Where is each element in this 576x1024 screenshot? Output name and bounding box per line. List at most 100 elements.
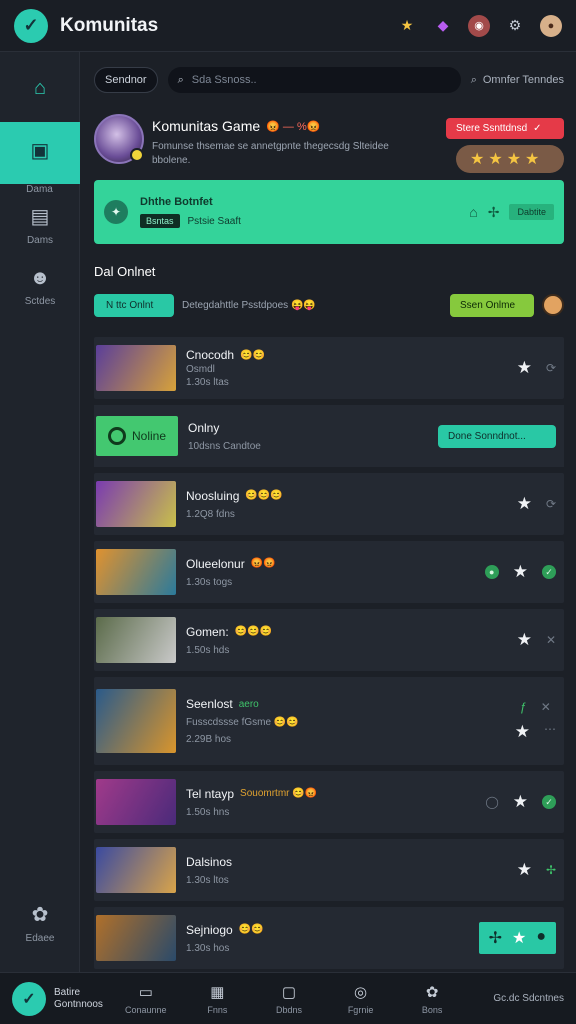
- close-icon[interactable]: ✕: [546, 633, 556, 647]
- banner-small-button[interactable]: Dabtite: [509, 204, 554, 220]
- game-sub: Fusscdssse fGsme 😊😊: [186, 717, 299, 728]
- game-thumbnail: [96, 689, 176, 753]
- game-list: Cnocodh 😊😊 Osmdl 1.30s ltas ★ ⟳ Noline O…: [94, 337, 564, 969]
- join-button[interactable]: Done Sonndnot...: [438, 424, 556, 448]
- nav-item-fnns[interactable]: ▦ Fnns: [182, 983, 254, 1015]
- online-button[interactable]: N ttc Onlnt: [94, 293, 174, 317]
- favorite-star-icon[interactable]: ★: [517, 358, 532, 378]
- list-item[interactable]: Tel ntayp Souomrtmr 😊😡 1.50s hns ◯ ★ ✓: [94, 771, 564, 833]
- see-online-button[interactable]: Ssen Onlme: [450, 293, 534, 317]
- game-sub: Osmdl: [186, 364, 215, 375]
- puzzle-icon[interactable]: ✢: [489, 928, 502, 948]
- card-icon: ▢: [281, 983, 297, 1001]
- sidebar-item-home[interactable]: ⌂: [0, 60, 80, 122]
- gem-icon[interactable]: ◆: [432, 15, 454, 37]
- more-icon[interactable]: ⋯: [544, 722, 556, 742]
- online-ring-icon: [107, 427, 126, 445]
- rating-stars[interactable]: ★★★★: [456, 145, 564, 173]
- game-name: Dalsinos: [186, 855, 517, 869]
- favorite-star-icon[interactable]: ★: [513, 562, 528, 582]
- game-info: Sejniogo 😊😊 1.30s hos: [186, 923, 479, 954]
- store-button[interactable]: Stere Ssnttdnsd ✓: [446, 118, 564, 139]
- row-action-group[interactable]: ✢ ★ ●: [478, 922, 556, 954]
- list-item[interactable]: Cnocodh 😊😊 Osmdl 1.30s ltas ★ ⟳: [94, 337, 564, 399]
- favorite-star-icon[interactable]: ★: [517, 494, 532, 514]
- game-name: Tel ntayp Souomrtmr 😊😡: [186, 787, 485, 801]
- sidebar-item-edaee[interactable]: ✿ Edaee: [0, 892, 80, 954]
- online-row: N ttc Onlnt Detegdahttle Psstdpoes 😝😝 Ss…: [94, 291, 564, 319]
- list-item[interactable]: Sejniogo 😊😊 1.30s hos ✢ ★ ●: [94, 907, 564, 969]
- filter-button[interactable]: Sendnor: [94, 67, 158, 93]
- list-item[interactable]: Olueelonur 😡😡 1.30s togs ● ★ ✓: [94, 541, 564, 603]
- list-item[interactable]: Dalsinos 1.30s ltos ★ ✢: [94, 839, 564, 901]
- sidebar-item-label: Dama: [26, 184, 53, 195]
- game-info: Olueelonur 😡😡 1.30s togs: [186, 557, 485, 588]
- game-title: Sejniogo: [186, 922, 233, 937]
- profile-icon[interactable]: ●: [540, 14, 562, 37]
- game-thumbnail: [96, 847, 176, 893]
- favorite-star-icon[interactable]: ★: [517, 630, 532, 650]
- sort-control[interactable]: ⌕ Omnfer Tenndes: [471, 74, 564, 87]
- main-content: Sendnor ⌕ Sda Ssnoss.. ⌕ Omnfer Tenndes …: [80, 52, 576, 972]
- favorite-star-icon[interactable]: ★: [512, 928, 526, 948]
- game-name: Gomen: 😊😊😊: [186, 625, 517, 639]
- share-icon[interactable]: ⟳: [546, 361, 556, 375]
- game-info: Seenlost aero Fusscdssse fGsme 😊😊 2.29B …: [186, 697, 515, 745]
- sidebar-item-dams[interactable]: ▤ Dams: [0, 194, 80, 256]
- sort-search-icon: ⌕: [470, 73, 477, 86]
- cursor-icon[interactable]: ƒ: [520, 700, 527, 714]
- banner-right: ⌂ ✢ Dabtite: [469, 204, 554, 221]
- puzzle-icon[interactable]: ✢: [546, 863, 556, 877]
- nav-item-conaunne[interactable]: ▭ Conaunne: [110, 983, 182, 1015]
- status-dot-icon[interactable]: ●: [536, 928, 546, 948]
- search-input[interactable]: ⌕ Sda Ssnoss..: [167, 67, 461, 93]
- nav-item-dbdns[interactable]: ▢ Dbdns: [253, 983, 325, 1015]
- check-icon[interactable]: ✓: [542, 795, 556, 809]
- banner-subtext: Pstsie Saaft: [187, 215, 241, 227]
- app-logo-icon[interactable]: ✓: [14, 8, 48, 43]
- mascot-icon[interactable]: ◉: [468, 14, 490, 37]
- avatar[interactable]: [542, 294, 564, 316]
- favorite-star-icon[interactable]: ★: [513, 792, 528, 812]
- favorite-star-icon[interactable]: ★: [517, 860, 532, 880]
- search-placeholder: Sda Ssnoss..: [191, 74, 257, 86]
- home-icon[interactable]: ⌂: [469, 204, 477, 220]
- store-icon: ▣: [30, 139, 50, 162]
- game-name: Noosluing 😊😊😊: [186, 489, 517, 503]
- game-title: Onlny: [188, 420, 220, 435]
- nav-item-fgrnie[interactable]: ◎ Fgrnie: [325, 983, 397, 1015]
- sidebar-item-label: Dams: [26, 235, 54, 246]
- community-avatar[interactable]: [94, 114, 144, 164]
- circle-icon[interactable]: ◯: [485, 795, 498, 809]
- nav-label: Fgrnie: [347, 1004, 374, 1015]
- row-actions: ● ★ ✓: [484, 562, 556, 582]
- favorite-star-icon[interactable]: ★: [515, 722, 530, 742]
- star-icon[interactable]: ★: [396, 15, 418, 37]
- list-item-online[interactable]: Noline Onlny 10dsns Candtoe Done Sonndno…: [94, 405, 564, 467]
- share-icon[interactable]: ⟳: [546, 497, 556, 511]
- check-icon[interactable]: ✓: [542, 565, 556, 579]
- game-name: Cnocodh 😊😊: [186, 348, 517, 362]
- bottom-right-link[interactable]: Gc.dc Sdcntnes: [468, 993, 564, 1004]
- sidebar-item-dama[interactable]: ▣: [0, 122, 80, 184]
- list-icon: ▤: [30, 206, 50, 228]
- page-title-text: Komunitas Game: [152, 118, 261, 134]
- row-actions-bottom: ★ ⋯: [515, 722, 556, 742]
- promo-banner[interactable]: ✦ Dhthe Botnfet Bsntas Pstsie Saaft ⌂ ✢ …: [94, 180, 564, 244]
- sidebar-item-label: Sctdes: [24, 296, 56, 307]
- game-info: Onlny 10dsns Candtoe: [188, 421, 438, 452]
- puzzle-icon[interactable]: ✢: [488, 204, 500, 221]
- close-icon[interactable]: ✕: [541, 700, 551, 714]
- list-item[interactable]: Seenlost aero Fusscdssse fGsme 😊😊 2.29B …: [94, 677, 564, 765]
- row-actions: ★ ✢: [517, 860, 556, 880]
- game-thumbnail: [96, 481, 176, 527]
- game-info: Dalsinos 1.30s ltos: [186, 855, 517, 886]
- list-item[interactable]: Gomen: 😊😊😊 1.50s hds ★ ✕: [94, 609, 564, 671]
- settings-icon[interactable]: ⚙: [504, 15, 526, 37]
- list-item[interactable]: Noosluing 😊😊😊 1.2Q8 fdns ★ ⟳: [94, 473, 564, 535]
- nav-item-bons[interactable]: ✿ Bons: [396, 983, 468, 1015]
- app-logo-icon[interactable]: ✓: [12, 981, 46, 1016]
- banner-sub: Bsntas Pstsie Saaft: [140, 214, 241, 228]
- sidebar-item-sctdes[interactable]: ☻ Sctdes: [0, 256, 80, 318]
- status-dot-icon[interactable]: ●: [484, 565, 499, 579]
